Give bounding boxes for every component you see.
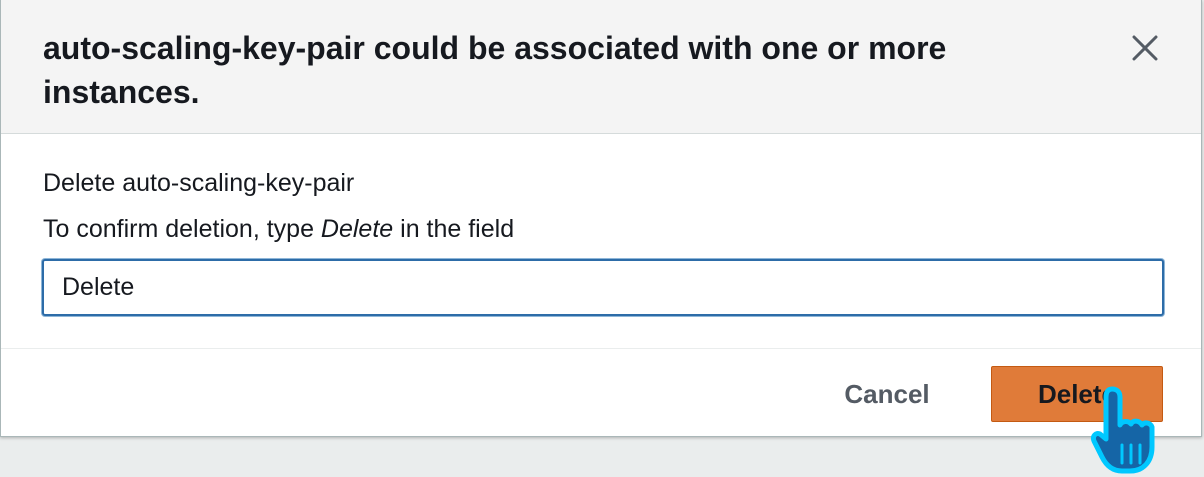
close-button[interactable] bbox=[1125, 28, 1165, 68]
delete-key-pair-modal: auto-scaling-key-pair could be associate… bbox=[0, 0, 1202, 437]
modal-body: Delete auto-scaling-key-pair To confirm … bbox=[1, 134, 1201, 348]
modal-title: auto-scaling-key-pair could be associate… bbox=[43, 30, 947, 110]
confirm-instructions: To confirm deletion, type Delete in the … bbox=[43, 214, 514, 244]
modal-header: auto-scaling-key-pair could be associate… bbox=[1, 0, 1201, 134]
confirm-keyword: Delete bbox=[320, 215, 394, 243]
close-icon bbox=[1132, 35, 1158, 61]
confirm-suffix: in the field bbox=[393, 215, 515, 243]
cancel-button[interactable]: Cancel bbox=[821, 366, 953, 422]
modal-footer: Cancel Delete bbox=[1, 348, 1201, 437]
delete-target-text: Delete auto-scaling-key-pair bbox=[43, 169, 355, 197]
delete-button[interactable]: Delete bbox=[991, 366, 1163, 422]
confirm-prefix: To confirm deletion, type bbox=[43, 215, 321, 243]
confirm-delete-input[interactable] bbox=[42, 259, 1164, 316]
